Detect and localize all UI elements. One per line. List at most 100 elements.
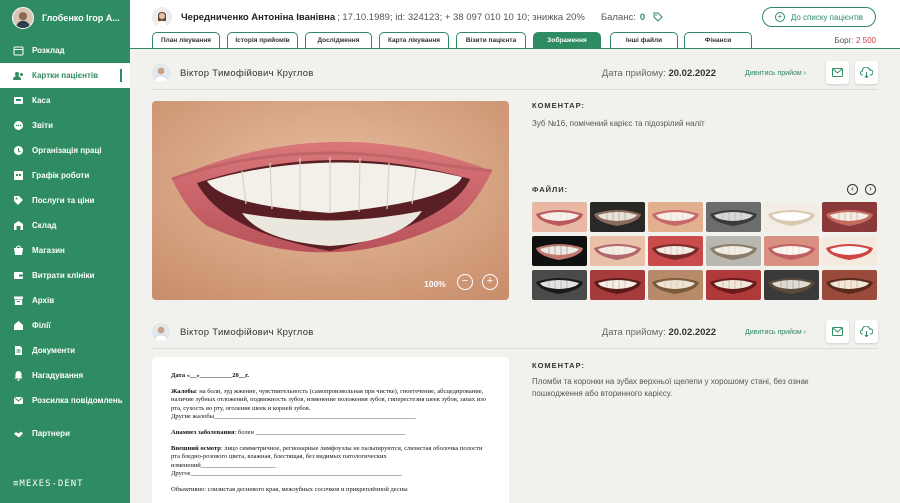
back-to-patients-button[interactable]: + До списку пацієнтів [761,7,876,27]
file-thumbnail[interactable] [764,236,819,266]
tab-1[interactable]: Історія прийомів [227,32,298,48]
zoom-in-button[interactable]: + [482,274,498,290]
chevron-right-icon: › [803,69,806,77]
doc-complaints-text: : на боли, зуд жжение, чувствительность … [171,387,486,412]
sidebar-item-cash-register[interactable]: Каса [0,88,130,113]
tab-5[interactable]: Зображення [533,32,601,48]
doc-exam-title: Внешний осмотр [171,444,221,452]
file-thumbnail[interactable] [590,236,645,266]
balance-value: 0 [639,11,646,23]
file-thumbnail[interactable] [706,270,761,300]
email-button[interactable] [826,61,849,84]
sidebar-item-mailing[interactable]: Розсилка повідомлень [0,388,130,413]
tab-3[interactable]: Карта лікування [379,32,449,48]
doc-exam: Внешний осмотр: лицо симметричное, регио… [171,444,483,478]
visit-date-value: 20.02.2022 [668,326,716,338]
calendar-icon [13,45,24,56]
cloud-download-icon [860,326,873,337]
back-button-label: До списку пацієнтів [790,12,863,22]
file-thumbnail[interactable] [706,202,761,232]
cloud-download-icon [860,67,873,78]
file-thumbnail[interactable] [648,202,703,232]
view-visit-link[interactable]: Дивитись прийом › [745,329,806,336]
tab-2[interactable]: Дослідження [305,32,372,48]
zoom-out-button[interactable]: − [457,274,473,290]
file-thumbnail[interactable] [590,270,645,300]
shop-icon [13,245,24,256]
doc-complaints-title: Жалобы [171,387,196,395]
file-thumbnail[interactable] [648,270,703,300]
divider [152,89,878,90]
file-thumbnail[interactable] [822,202,877,232]
file-thumbnail[interactable] [764,270,819,300]
view-visit-link[interactable]: Дивитись прийом › [745,70,806,77]
discount-tag-icon[interactable] [653,12,663,22]
zoom-level: 100% [424,279,446,289]
sidebar-item-branches[interactable]: Філії [0,313,130,338]
sidebar-item-reports[interactable]: Звіти [0,113,130,138]
documents-icon [13,345,24,356]
file-thumbnail[interactable] [706,236,761,266]
tab-7[interactable]: Фінанси [684,32,752,48]
visit-date-value: 20.02.2022 [668,67,716,79]
file-thumbnail[interactable] [590,202,645,232]
doc-other: Другое [171,470,191,478]
download-button[interactable] [855,61,878,84]
download-button[interactable] [855,320,878,343]
tab-4[interactable]: Візити пацієнта [456,32,526,48]
sidebar-item-label: Послуги та ціни [32,196,95,205]
doc-anamnesis: Анамнез заболевания: болен _____________… [171,428,406,436]
sidebar-item-label: Партнери [32,429,70,438]
next-arrow-icon[interactable]: › [865,184,876,195]
patient-info: ; 17.10.1989; id: 324123; + 38 097 010 1… [337,11,585,23]
patient-header: Чередниченко Антоніна Іванівна ; 17.10.1… [130,0,900,34]
file-thumbnail[interactable] [532,270,587,300]
sidebar-item-label: Нагадування [32,371,84,380]
file-thumbnail[interactable] [532,236,587,266]
sidebar-item-warehouse[interactable]: Склад [0,213,130,238]
file-thumbnail[interactable] [764,202,819,232]
file-thumbnail[interactable] [648,236,703,266]
envelope-icon [832,327,843,336]
balance: Баланс: 0 [601,12,645,23]
sidebar-item-archive[interactable]: Архів [0,288,130,313]
sidebar-item-clinic-expenses[interactable]: Витрати клініки [0,263,130,288]
file-thumbnail[interactable] [822,270,877,300]
sidebar-item-documents[interactable]: Документи [0,338,130,363]
sidebar-item-work-schedule[interactable]: Графік роботи [0,163,130,188]
prev-arrow-icon[interactable]: ‹ [847,184,858,195]
tab-6[interactable]: Інші файли [610,32,678,48]
user-profile[interactable]: Глобенко Ігор А... [0,0,130,36]
email-button[interactable] [826,320,849,343]
sidebar-item-label: Розклад [32,46,65,55]
sidebar-item-shop[interactable]: Магазин [0,238,130,263]
document-preview[interactable]: Дата «__»__________20__г. Жалобы: на бол… [152,357,509,503]
sidebar-item-reminders[interactable]: Нагадування [0,363,130,388]
sidebar-item-calendar[interactable]: Розклад [0,38,130,63]
doc-anamnesis-title: Анамнез заболевания [171,428,235,436]
file-thumbnail[interactable] [532,202,587,232]
sidebar-item-label: Графік роботи [32,171,90,180]
doc-complaints: Жалобы: на боли, зуд жжение, чувствитель… [171,387,486,421]
sidebar-item-label: Філії [32,321,51,330]
comment-text: Пломби та коронки на зубах верхньої щеле… [532,377,809,398]
doc-other-complaints: Другие жалобы [171,413,215,421]
tab-0[interactable]: План лікування [152,32,220,48]
cash-register-icon [13,95,24,106]
sidebar-item-work-organization[interactable]: Організація праці [0,138,130,163]
reminders-icon [13,370,24,381]
sidebar-item-partners[interactable]: Партнери [0,421,130,446]
patients-icon [13,70,24,81]
sidebar-item-label: Склад [32,221,57,230]
doctor-name: Віктор Тимофійович Круглов [180,67,314,79]
patient-avatar [152,7,172,27]
main-dental-image[interactable]: 100% − + [152,101,509,300]
visit-date: Дата прийому: 20.02.2022 [602,327,716,338]
file-thumbnail[interactable] [822,236,877,266]
sidebar-item-services-prices[interactable]: Послуги та ціни [0,188,130,213]
sidebar-item-label: Документи [32,346,76,355]
envelope-icon [832,68,843,77]
comment-label: КОМЕНТАР: [532,361,586,370]
divider [152,348,878,349]
sidebar-item-patients[interactable]: Картки пацієнтів [0,63,130,88]
